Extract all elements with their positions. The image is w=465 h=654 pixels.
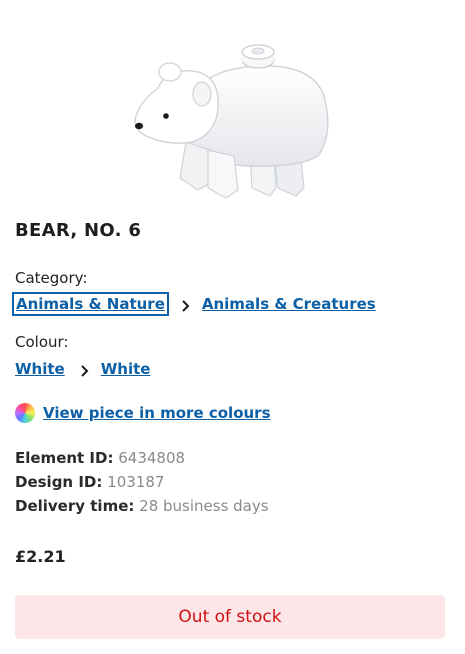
delivery-time-value: 28 business days [139,497,269,515]
product-title: BEAR, NO. 6 [15,220,142,241]
element-id-value: 6434808 [118,449,186,467]
category-label: Category: [15,269,88,287]
colour-label: Colour: [15,333,69,351]
more-colours-row: View piece in more colours [15,403,271,423]
category-breadcrumb: Animals & Nature Animals & Creatures [12,292,376,316]
element-id-row: Element ID: 6434808 [15,449,185,467]
view-more-colours-link[interactable]: View piece in more colours [43,404,271,422]
colour-link-white-family[interactable]: White [15,360,65,378]
category-link-animals-creatures[interactable]: Animals & Creatures [202,295,376,313]
chevron-right-icon [178,298,194,314]
product-price: £2.21 [15,547,66,566]
product-image [128,38,334,208]
colour-wheel-icon [15,403,35,423]
out-of-stock-status: Out of stock [15,595,445,639]
chevron-right-icon [77,363,93,379]
delivery-time-label: Delivery time: [15,497,135,515]
colour-link-white[interactable]: White [101,360,151,378]
design-id-row: Design ID: 103187 [15,473,164,491]
delivery-time-row: Delivery time: 28 business days [15,497,269,515]
category-link-animals-nature[interactable]: Animals & Nature [12,292,169,316]
white-bear-brick-icon [134,44,329,199]
colour-breadcrumb: White White [15,359,150,379]
design-id-value: 103187 [107,473,165,491]
design-id-label: Design ID: [15,473,103,491]
element-id-label: Element ID: [15,449,114,467]
